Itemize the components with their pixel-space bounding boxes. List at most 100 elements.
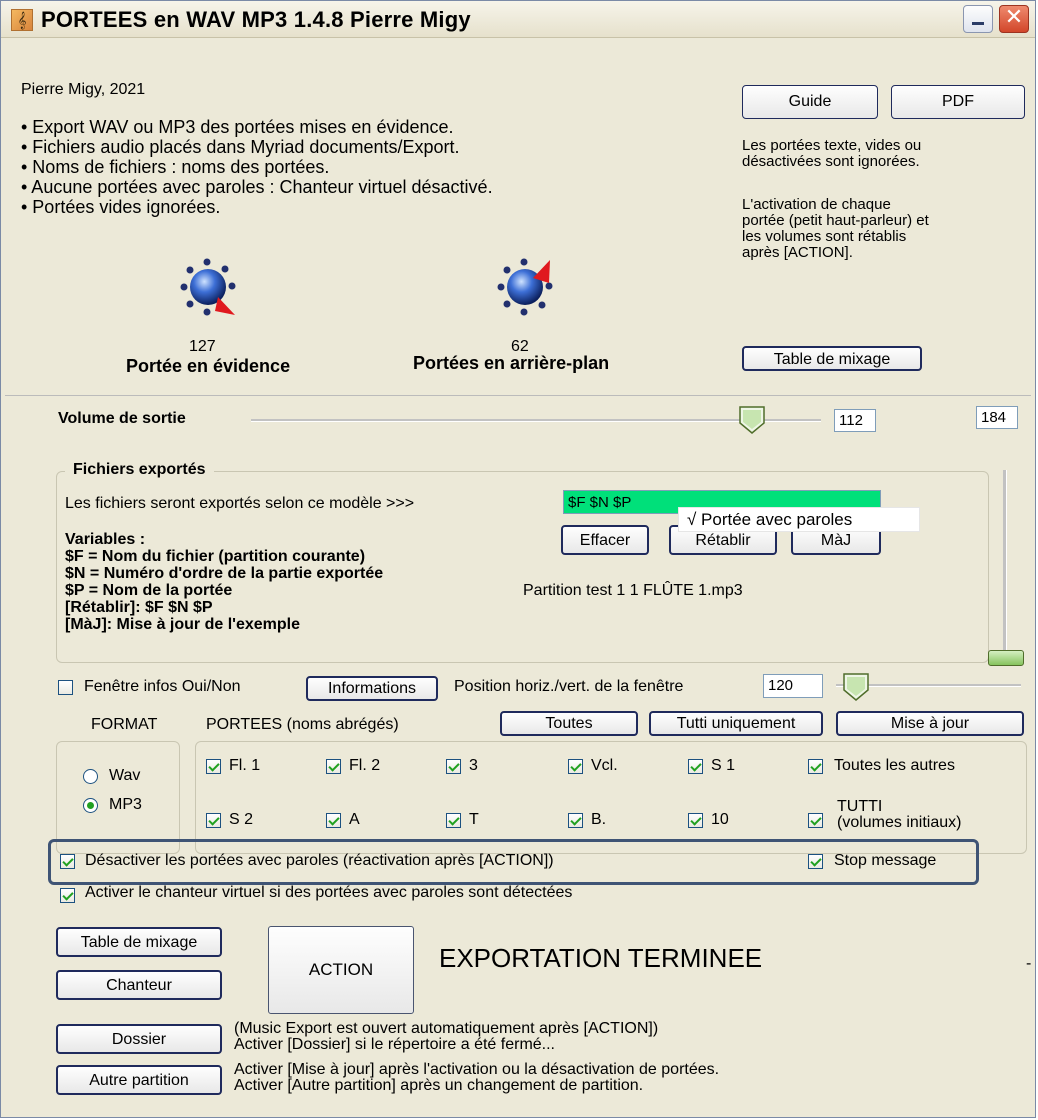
stave-checkbox-fl2[interactable] (326, 759, 341, 774)
variable-line: $P = Nom de la portée (65, 582, 233, 599)
title-bar[interactable]: 𝄞 PORTEES en WAV MP3 1.4.8 Pierre Migy ✕ (1, 1, 1035, 38)
stave-label: Vcl. (591, 757, 618, 774)
model-label: Les fichiers seront exportés selon ce mo… (65, 495, 415, 512)
foreground-volume-knob[interactable] (178, 256, 238, 318)
stave-label: B. (591, 811, 607, 828)
guide-button-label: Guide (788, 93, 832, 110)
stop-message-checkbox[interactable] (808, 854, 823, 869)
folder-button-label: Dossier (111, 1031, 167, 1048)
feature-list: • Export WAV ou MP3 des portées mises en… (21, 117, 493, 217)
mixer-button-top-label: Table de mixage (773, 351, 891, 368)
tutti-sub-label: (volumes initiaux) (837, 814, 962, 831)
all-staves-button[interactable]: Toutes (500, 711, 638, 736)
informations-button[interactable]: Informations (306, 676, 438, 701)
stave-checkbox-s2[interactable] (206, 813, 221, 828)
all-staves-label: Toutes (545, 715, 593, 732)
exported-files-title: Fichiers exportés (65, 461, 214, 479)
stave-checkbox-vcl[interactable] (568, 759, 583, 774)
variable-line: [Rétablir]: $F $N $P (65, 599, 213, 616)
volume-slider-thumb[interactable] (738, 405, 766, 435)
pdf-button[interactable]: PDF (891, 85, 1025, 119)
tutti-main-label: TUTTI (837, 798, 883, 815)
main-content: Pierre Migy, 2021 • Export WAV ou MP3 de… (1, 38, 1035, 1117)
folder-note: (Music Export est ouvert automatiquement… (234, 1021, 658, 1053)
lyrics-menu-item[interactable]: √ Portée avec paroles (678, 507, 920, 532)
format-title: FORMAT (91, 716, 158, 733)
background-volume-knob[interactable] (495, 256, 555, 318)
stave-checkbox-a[interactable] (326, 813, 341, 828)
window-title: PORTEES en WAV MP3 1.4.8 Pierre Migy (41, 7, 471, 32)
foreground-label: Portée en évidence (126, 356, 291, 376)
author-line: Pierre Migy, 2021 (21, 81, 146, 98)
note-line: L'activation de chaque (742, 196, 891, 213)
stave-checkbox-tutti[interactable] (808, 813, 823, 828)
clear-button-label: Effacer (579, 532, 631, 549)
update-staves-button[interactable]: Mise à jour (836, 711, 1024, 736)
music-note-icon: 𝄞 (11, 9, 33, 31)
stave-checkbox-t[interactable] (446, 813, 461, 828)
stave-label: S 2 (229, 811, 254, 828)
note-line: Activer [Mise à jour] après l'activation… (234, 1061, 720, 1078)
stave-checkbox-b[interactable] (568, 813, 583, 828)
status-dash: - (1026, 955, 1032, 972)
background-label: Portées en arrière-plan (413, 353, 610, 373)
singer-button[interactable]: Chanteur (56, 970, 222, 1000)
note-line: les volumes sont rétablis (742, 228, 907, 245)
update-staves-label: Mise à jour (890, 715, 970, 732)
action-button[interactable]: ACTION (268, 926, 414, 1014)
stave-label: 10 (711, 811, 729, 828)
other-score-label: Autre partition (89, 1072, 189, 1089)
format-mp3-label: MP3 (109, 796, 142, 813)
tutti-label: TUTTI (volumes initiaux) (837, 799, 961, 831)
mixer-bottom-label: Table de mixage (80, 934, 198, 951)
format-wav-label: Wav (109, 767, 141, 784)
volume-slider-track[interactable] (251, 419, 821, 422)
window-info-label: Fenêtre infos Oui/Non (84, 678, 241, 695)
app-window: 𝄞 PORTEES en WAV MP3 1.4.8 Pierre Migy ✕… (0, 0, 1036, 1118)
window-info-checkbox[interactable] (58, 680, 73, 695)
position-field[interactable]: 120 (763, 674, 823, 698)
position-slider-thumb[interactable] (842, 672, 870, 702)
volume-extra-field[interactable]: 184 (976, 406, 1018, 429)
mixer-button-top[interactable]: Table de mixage (742, 346, 922, 371)
folder-button[interactable]: Dossier (56, 1024, 222, 1054)
other-score-button[interactable]: Autre partition (56, 1065, 222, 1095)
stave-label: Toutes les autres (834, 757, 955, 774)
note-line: Activer [Autre partition] après un chang… (234, 1077, 644, 1094)
volume-value-field[interactable]: 112 (834, 409, 876, 432)
volume-label: Volume de sortie (58, 410, 186, 427)
minimize-button[interactable] (963, 5, 993, 33)
note-line: après [ACTION]. (742, 244, 853, 261)
clear-button[interactable]: Effacer (561, 525, 649, 555)
position-label: Position horiz./vert. de la fenêtre (454, 678, 684, 695)
note-line: désactivées sont ignorées. (742, 153, 920, 170)
stave-checkbox-s1[interactable] (688, 759, 703, 774)
stop-message-label: Stop message (834, 852, 937, 869)
stave-checkbox-3[interactable] (446, 759, 461, 774)
deactivate-lyrics-checkbox[interactable] (60, 854, 75, 869)
feature-item: • Aucune portées avec paroles : Chanteur… (21, 177, 493, 197)
format-wav-radio[interactable] (83, 769, 98, 784)
virtual-singer-label: Activer le chanteur virtuel si des porté… (85, 884, 573, 901)
format-mp3-radio[interactable] (83, 798, 98, 813)
stave-checkbox-10[interactable] (688, 813, 703, 828)
mixer-button-bottom[interactable]: Table de mixage (56, 927, 222, 957)
top-right-note-2: L'activation de chaque portée (petit hau… (742, 197, 929, 261)
stave-label: S 1 (711, 757, 736, 774)
variable-line: $F = Nom du fichier (partition courante) (65, 548, 366, 565)
virtual-singer-checkbox[interactable] (60, 888, 75, 903)
stave-checkbox-fl1[interactable] (206, 759, 221, 774)
note-line: portée (petit haut-parleur) et (742, 212, 929, 229)
stave-label: Fl. 1 (229, 757, 261, 774)
deactivate-lyrics-label: Désactiver les portées avec paroles (réa… (85, 852, 554, 869)
guide-button[interactable]: Guide (742, 85, 878, 119)
stave-checkbox-others[interactable] (808, 759, 823, 774)
stave-label: Fl. 2 (349, 757, 381, 774)
vertical-slider-thumb[interactable] (988, 650, 1024, 666)
tutti-only-button[interactable]: Tutti uniquement (649, 711, 823, 736)
update-note: Activer [Mise à jour] après l'activation… (234, 1062, 719, 1094)
vertical-slider-track[interactable] (1003, 470, 1007, 660)
top-right-note-1: Les portées texte, vides ou désactivées … (742, 138, 921, 170)
close-button[interactable]: ✕ (999, 5, 1029, 33)
note-line: Activer [Dossier] si le répertoire a été… (234, 1036, 555, 1053)
